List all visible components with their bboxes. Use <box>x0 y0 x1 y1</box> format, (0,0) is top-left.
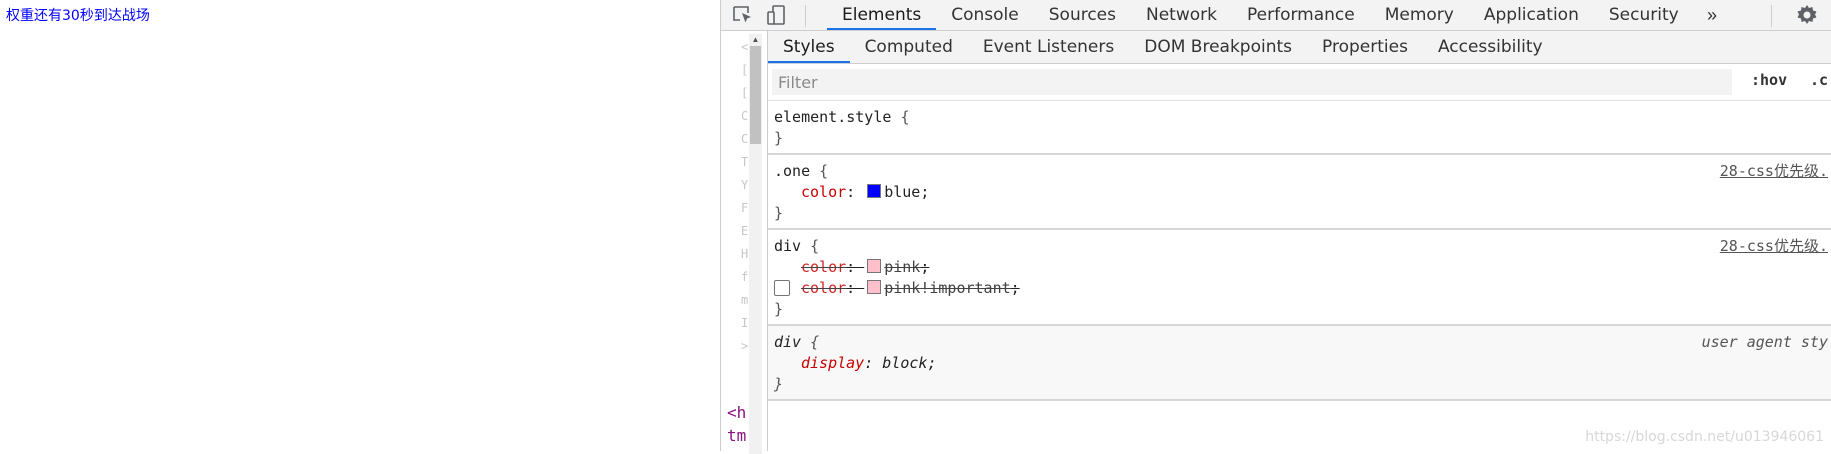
rule-source-link[interactable]: 28-css优先级. <box>1720 161 1828 182</box>
gear-icon[interactable] <box>1795 3 1819 25</box>
rule-selector: element.style <box>774 108 892 126</box>
elements-pane: < [ [ C C T Y F E H f m I > <h tm ▲ <box>721 31 767 454</box>
styles-pane: Styles Computed Event Listeners DOM Brea… <box>767 31 1831 451</box>
rule-selector: div <box>774 237 802 255</box>
main-tabs: Elements Console Sources Network Perform… <box>827 0 1694 30</box>
dom-tree-fragment: > <box>741 339 749 353</box>
inspect-element-icon[interactable] <box>731 4 755 26</box>
property-name[interactable]: color <box>801 279 846 297</box>
dom-tree-fragment: < <box>741 40 749 54</box>
declaration-disabled[interactable]: color: pink!important; <box>774 278 1831 299</box>
tab-memory[interactable]: Memory <box>1370 0 1469 30</box>
toolbar-separator <box>1771 5 1772 27</box>
dom-tree-fragment: [ <box>741 86 749 100</box>
rule-div: 28-css优先级. div { color: pink; color: pin… <box>768 230 1831 326</box>
dom-tree-fragment: C <box>741 109 749 123</box>
dom-tree-fragment: Y <box>741 178 749 192</box>
rule-element-style: element.style { } <box>768 101 1831 155</box>
rule-brace: { <box>900 108 910 126</box>
color-swatch[interactable] <box>867 259 882 273</box>
rule-source-link[interactable]: 28-css优先级. <box>1720 236 1828 257</box>
dom-tree-fragment: C <box>741 132 749 146</box>
tab-performance[interactable]: Performance <box>1232 0 1370 30</box>
tab-application[interactable]: Application <box>1469 0 1594 30</box>
tab-accessibility[interactable]: Accessibility <box>1423 31 1558 63</box>
dom-tree-fragment: [ <box>741 63 749 77</box>
dom-tree-fragment: H <box>741 247 749 261</box>
rule-selector: div <box>774 333 802 351</box>
declaration-toggle-checkbox[interactable] <box>774 280 790 296</box>
dom-tree-fragment: f <box>741 270 749 284</box>
main-toolbar: Elements Console Sources Network Perform… <box>721 0 1831 31</box>
tab-network[interactable]: Network <box>1131 0 1232 30</box>
property-value: block <box>882 354 928 372</box>
property-name[interactable]: color <box>801 258 846 276</box>
styles-filter-input[interactable] <box>772 69 1732 95</box>
dom-tree-fragment: I <box>741 316 749 330</box>
property-name[interactable]: color <box>801 183 846 201</box>
watermark: https://blog.csdn.net/u013946061 <box>1585 429 1824 445</box>
tab-security[interactable]: Security <box>1594 0 1694 30</box>
rule-source-label: user agent sty <box>1701 333 1828 351</box>
property-value[interactable]: pink <box>884 258 920 276</box>
tab-properties[interactable]: Properties <box>1307 31 1423 63</box>
tab-sources[interactable]: Sources <box>1034 0 1131 30</box>
property-name: display <box>801 354 865 372</box>
dom-tree-fragment: m <box>741 293 749 307</box>
dom-tree-fragment: E <box>741 224 749 238</box>
tab-elements[interactable]: Elements <box>827 0 937 30</box>
hov-toggle[interactable]: :hov <box>1751 71 1787 89</box>
tab-dom-breakpoints[interactable]: DOM Breakpoints <box>1129 31 1307 63</box>
color-swatch[interactable] <box>867 280 882 294</box>
dom-tree-fragment: F <box>741 201 749 215</box>
color-swatch[interactable] <box>867 184 882 198</box>
rule-selector: .one <box>774 162 811 180</box>
rule-one: 28-css优先级. .one { color: blue; } <box>768 155 1831 230</box>
property-value[interactable]: pink!important <box>884 279 1010 297</box>
tab-console[interactable]: Console <box>936 0 1034 30</box>
dom-tree-fragment: <h <box>727 403 747 422</box>
dom-tree-fragment: tm <box>727 426 747 445</box>
tab-event-listeners[interactable]: Event Listeners <box>968 31 1129 63</box>
scroll-thumb[interactable] <box>750 46 761 144</box>
declaration-overridden[interactable]: color: pink; <box>774 257 1831 278</box>
tab-styles[interactable]: Styles <box>768 31 850 63</box>
filter-bar: :hov .c <box>768 64 1831 101</box>
devtools-panel: Elements Console Sources Network Perform… <box>720 0 1831 454</box>
dom-tree-fragment: T <box>741 155 749 169</box>
rule-brace: } <box>774 129 784 147</box>
tab-computed[interactable]: Computed <box>850 31 968 63</box>
styles-subtabs: Styles Computed Event Listeners DOM Brea… <box>768 31 1831 64</box>
style-rules: element.style { } 28-css优先级. .one { colo… <box>768 101 1831 401</box>
declaration: display: block; <box>801 354 937 372</box>
page-text: 权重还有30秒到达战场 <box>6 8 150 24</box>
toolbar-separator <box>805 5 806 27</box>
declaration[interactable]: color: blue; <box>774 182 1831 203</box>
more-tabs-button[interactable]: » <box>1707 0 1717 30</box>
property-value[interactable]: blue <box>884 183 920 201</box>
elements-scrollbar[interactable]: ▲ <box>749 34 762 454</box>
rule-user-agent-div: user agent sty div { display: block; } <box>768 326 1831 401</box>
cls-toggle[interactable]: .c <box>1810 71 1828 89</box>
device-toolbar-icon[interactable] <box>765 4 789 26</box>
scroll-up-icon[interactable]: ▲ <box>749 34 762 46</box>
